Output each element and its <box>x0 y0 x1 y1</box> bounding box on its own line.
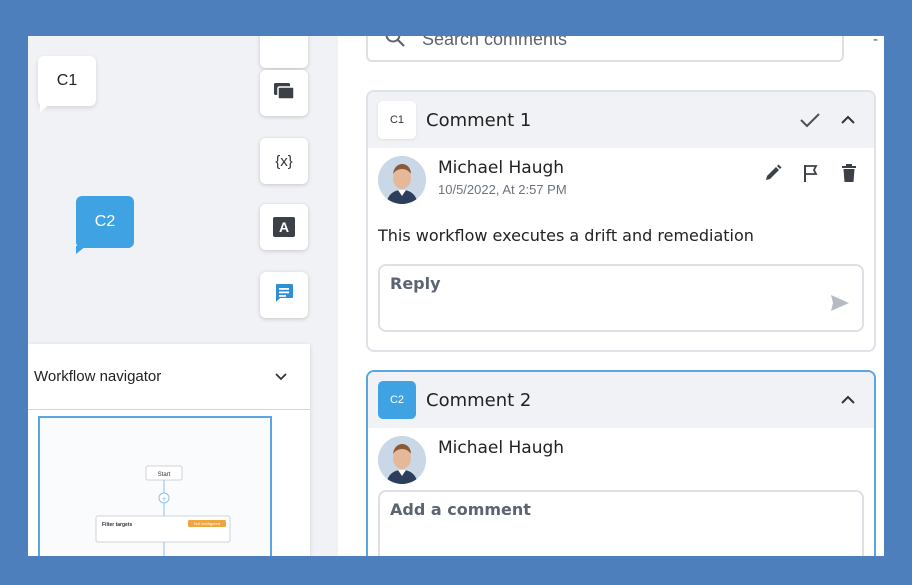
layers-button[interactable] <box>260 70 308 116</box>
comment-card-header[interactable]: C1 Comment 1 <box>368 92 874 148</box>
toolbar-button-top[interactable] <box>260 36 308 68</box>
app-window: C1 C2 {x} A Workflow navigator Start + F… <box>28 36 884 556</box>
comment-author: Michael Haugh 10/5/2022, At 2:57 PM <box>368 148 874 212</box>
comment-card-1: C1 Comment 1 Michael Haugh 10/5/2022, At… <box>366 90 876 352</box>
chevron-down-icon[interactable] <box>274 367 288 386</box>
navigator-header[interactable]: Workflow navigator <box>28 344 310 410</box>
text-icon: A <box>273 217 295 237</box>
workflow-canvas[interactable]: C1 C2 {x} A Workflow navigator Start + F… <box>28 36 338 556</box>
avatar <box>378 156 426 204</box>
comment-icon <box>273 282 295 308</box>
collapse-button[interactable] <box>832 104 864 136</box>
comment-tool-button[interactable] <box>260 272 308 318</box>
comment-timestamp: 10/5/2022, At 2:57 PM <box>438 182 567 197</box>
comment-marker-tail <box>40 104 50 112</box>
chevron-up-icon <box>841 395 855 404</box>
reply-placeholder: Reply <box>390 274 441 293</box>
add-comment-placeholder: Add a comment <box>390 500 531 519</box>
pencil-icon <box>766 164 782 180</box>
reply-input[interactable]: Reply <box>378 264 864 332</box>
comment-marker-c1[interactable]: C1 <box>38 56 96 106</box>
variables-button[interactable]: {x} <box>260 138 308 184</box>
search-icon <box>384 36 406 52</box>
comment-card-2: C2 Comment 2 Michael Haugh Add a comment <box>366 370 876 556</box>
trash-icon <box>842 164 856 182</box>
panel-dash: - <box>873 36 879 48</box>
search-input[interactable]: Search comments <box>422 36 567 50</box>
author-name: Michael Haugh <box>438 438 565 458</box>
text-tool-button[interactable]: A <box>260 204 308 250</box>
minimap-node-badge: Not configured <box>194 521 220 526</box>
minimap-add-icon: + <box>161 495 167 503</box>
edit-button[interactable] <box>758 158 788 188</box>
avatar <box>378 436 426 484</box>
comment-marker-label: C1 <box>56 72 78 89</box>
chevron-up-icon <box>841 115 855 124</box>
navigator-title: Workflow navigator <box>34 368 162 385</box>
workflow-navigator: Workflow navigator Start + Filter target… <box>28 344 310 556</box>
minimap-start-label: Start <box>158 472 171 478</box>
comment-marker-c2[interactable]: C2 <box>76 196 134 248</box>
layers-icon <box>273 81 295 105</box>
send-icon[interactable] <box>830 294 850 316</box>
comment-title: Comment 1 <box>426 109 532 131</box>
comment-badge: C2 <box>378 381 416 419</box>
minimap-node-label: Filter targets <box>102 522 133 528</box>
comment-marker-tail <box>76 246 86 254</box>
navigator-minimap[interactable]: Start + Filter targets Not configured <box>38 416 272 556</box>
collapse-button[interactable] <box>832 384 864 416</box>
search-box[interactable]: Search comments <box>366 36 844 62</box>
add-comment-input[interactable]: Add a comment <box>378 490 864 556</box>
comment-title: Comment 2 <box>426 389 532 411</box>
comment-badge: C1 <box>378 101 416 139</box>
author-name: Michael Haugh <box>438 158 565 178</box>
resolve-button[interactable] <box>794 104 826 136</box>
flag-button[interactable] <box>796 158 826 188</box>
comments-panel: Search comments - C1 Comment 1 Michael H… <box>338 36 884 556</box>
delete-button[interactable] <box>834 158 864 188</box>
comment-marker-label: C2 <box>94 213 116 230</box>
variable-icon: {x} <box>275 152 293 170</box>
flag-icon <box>804 165 818 182</box>
comment-body: This workflow executes a drift and remed… <box>378 226 754 245</box>
comment-card-header[interactable]: C2 Comment 2 <box>368 372 874 428</box>
check-icon <box>800 113 820 128</box>
comment-author: Michael Haugh <box>368 428 874 486</box>
